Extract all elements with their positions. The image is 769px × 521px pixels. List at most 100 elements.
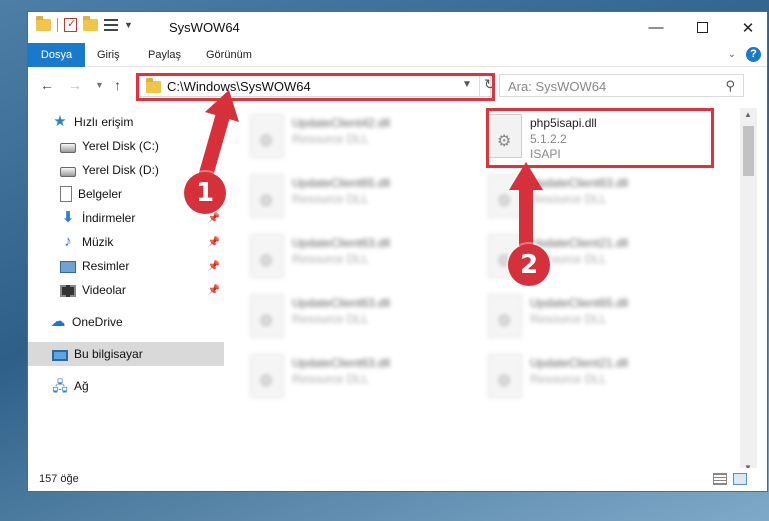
file-type: Resource DLL bbox=[292, 372, 369, 386]
sidebar-item-this-pc[interactable]: Bu bilgisayar bbox=[28, 342, 224, 366]
sidebar-item-quick-access[interactable]: ★ Hızlı erişim bbox=[28, 110, 224, 134]
title-bar: ▼ SysWOW64 — ✕ bbox=[28, 12, 767, 43]
file-item[interactable]: UpdateClient42.dll Resource DLL bbox=[246, 112, 476, 166]
file-type: Resource DLL bbox=[530, 312, 607, 326]
minimize-button[interactable]: — bbox=[633, 12, 679, 43]
file-name: UpdateClient63.dll bbox=[292, 296, 391, 310]
new-folder-icon[interactable] bbox=[83, 16, 98, 31]
maximize-icon bbox=[696, 22, 708, 33]
file-name: UpdateClient42.dll bbox=[292, 116, 391, 130]
file-item[interactable]: UpdateClient65.dll Resource DLL bbox=[246, 172, 476, 226]
ribbon-right-controls: ⌄ ? bbox=[728, 47, 761, 62]
tiles-view-icon[interactable] bbox=[733, 473, 747, 485]
back-arrow-icon[interactable]: ← bbox=[40, 77, 54, 93]
help-icon[interactable]: ? bbox=[746, 47, 761, 62]
item-count: 157 öğe bbox=[39, 473, 79, 485]
view-list-icon[interactable] bbox=[104, 19, 118, 31]
dll-file-icon bbox=[250, 294, 284, 338]
file-item[interactable]: UpdateClient21.dll Resource DLL bbox=[484, 352, 714, 406]
explorer-window: ▼ SysWOW64 — ✕ Dosya Giriş Paylaş Görünü… bbox=[27, 11, 768, 492]
toolbar-divider bbox=[57, 18, 58, 32]
drive-icon bbox=[60, 166, 76, 177]
scrollbar-thumb[interactable] bbox=[743, 126, 754, 176]
tab-file[interactable]: Dosya bbox=[28, 43, 85, 67]
dll-file-icon bbox=[250, 174, 284, 218]
sidebar-item-label: Bu bilgisayar bbox=[74, 347, 143, 361]
sidebar-item-videos[interactable]: Videolar 📌 bbox=[28, 278, 224, 302]
file-type: Resource DLL bbox=[292, 132, 369, 146]
dll-file-icon bbox=[488, 294, 522, 338]
music-icon: ♪ bbox=[64, 233, 72, 250]
file-name: UpdateClient21.dll bbox=[530, 356, 629, 370]
file-type: Resource DLL bbox=[292, 192, 369, 206]
file-type: Resource DLL bbox=[530, 192, 607, 206]
file-name: UpdateClient65.dll bbox=[292, 176, 391, 190]
sidebar-item-local-disk-c[interactable]: Yerel Disk (C:) bbox=[28, 134, 224, 158]
file-name: UpdateClient21.dll bbox=[530, 236, 629, 250]
quick-access-toolbar: ▼ bbox=[36, 16, 133, 32]
sidebar-item-music[interactable]: ♪ Müzik 📌 bbox=[28, 230, 224, 254]
expand-ribbon-chevron-icon[interactable]: ⌄ bbox=[728, 49, 736, 60]
sidebar-item-label: Hızlı erişim bbox=[74, 115, 134, 129]
dll-file-icon bbox=[250, 114, 284, 158]
sidebar-item-network[interactable]: 🖧 Ağ bbox=[28, 374, 224, 398]
close-button[interactable]: ✕ bbox=[725, 12, 767, 43]
file-item[interactable]: UpdateClient63.dll Resource DLL bbox=[484, 172, 714, 226]
maximize-button[interactable] bbox=[679, 12, 725, 43]
sidebar-item-onedrive[interactable]: ☁ OneDrive bbox=[28, 310, 224, 334]
navigation-bar: ← → ▼ ↑ C:\Windows\SysWOW64 ▼ ↻ Ara: Sys… bbox=[28, 68, 767, 102]
up-arrow-icon[interactable]: ↑ bbox=[114, 77, 121, 93]
file-item[interactable]: UpdateClient63.dll Resource DLL bbox=[246, 292, 476, 346]
sidebar-item-label: Videolar bbox=[82, 283, 126, 297]
search-input[interactable]: Ara: SysWOW64 ⚲ bbox=[499, 74, 744, 97]
sidebar-item-label: Belgeler bbox=[78, 187, 123, 201]
sidebar-item-label: Yerel Disk (D:) bbox=[82, 163, 159, 177]
sidebar-item-label: OneDrive bbox=[72, 315, 123, 329]
file-item[interactable]: UpdateClient63.dll Resource DLL bbox=[246, 352, 476, 406]
file-name: UpdateClient63.dll bbox=[530, 176, 629, 190]
file-item[interactable]: UpdateClient65.dll Resource DLL bbox=[484, 292, 714, 346]
download-icon: ⬇ bbox=[61, 209, 75, 226]
details-view-icon[interactable] bbox=[713, 473, 727, 485]
vertical-scrollbar[interactable]: ▲ ▼ bbox=[740, 108, 757, 474]
folder-icon bbox=[36, 16, 51, 31]
customize-toolbar-chevron-icon[interactable]: ▼ bbox=[124, 20, 133, 30]
file-name: UpdateClient65.dll bbox=[530, 296, 629, 310]
navigation-pane: ★ Hızlı erişim Yerel Disk (C:) Yerel Dis… bbox=[28, 108, 224, 468]
tab-share[interactable]: Paylaş bbox=[148, 43, 181, 67]
sidebar-item-label: Yerel Disk (C:) bbox=[82, 139, 159, 153]
search-placeholder: Ara: SysWOW64 bbox=[508, 79, 607, 94]
forward-arrow-icon[interactable]: → bbox=[68, 77, 82, 93]
pin-icon[interactable]: 📌 bbox=[208, 261, 220, 272]
network-icon: 🖧 bbox=[52, 378, 68, 394]
step-1-badge: 1 bbox=[184, 172, 226, 214]
scroll-up-icon[interactable]: ▲ bbox=[744, 110, 752, 119]
sidebar-item-label: Resimler bbox=[82, 259, 130, 273]
dll-file-icon bbox=[488, 174, 522, 218]
star-icon: ★ bbox=[53, 113, 67, 130]
status-bar: 157 öğe bbox=[28, 468, 767, 491]
file-type: Resource DLL bbox=[292, 312, 369, 326]
tab-view[interactable]: Görünüm bbox=[206, 43, 252, 67]
properties-icon[interactable] bbox=[64, 17, 77, 32]
sidebar-item-label: Müzik bbox=[82, 235, 114, 249]
file-item[interactable]: UpdateClient63.dll Resource DLL bbox=[246, 232, 476, 286]
address-bar-highlight bbox=[136, 73, 495, 101]
file-highlight bbox=[486, 108, 714, 168]
dll-file-icon bbox=[488, 354, 522, 398]
search-icon[interactable]: ⚲ bbox=[725, 78, 735, 94]
ribbon-tabs: Dosya Giriş Paylaş Görünüm ⌄ ? bbox=[28, 43, 767, 67]
recent-locations-chevron-icon[interactable]: ▼ bbox=[95, 80, 104, 90]
videos-icon bbox=[60, 285, 76, 297]
pin-icon[interactable]: 📌 bbox=[208, 213, 220, 224]
file-name: UpdateClient63.dll bbox=[292, 236, 391, 250]
sidebar-item-label: Ağ bbox=[74, 379, 89, 393]
pin-icon[interactable]: 📌 bbox=[208, 237, 220, 248]
tab-home[interactable]: Giriş bbox=[97, 43, 120, 67]
sidebar-item-pictures[interactable]: Resimler 📌 bbox=[28, 254, 224, 278]
sidebar-item-label: İndirmeler bbox=[82, 211, 136, 225]
file-type: Resource DLL bbox=[292, 252, 369, 266]
dll-file-icon bbox=[250, 234, 284, 278]
pin-icon[interactable]: 📌 bbox=[208, 285, 220, 296]
file-type: Resource DLL bbox=[530, 372, 607, 386]
